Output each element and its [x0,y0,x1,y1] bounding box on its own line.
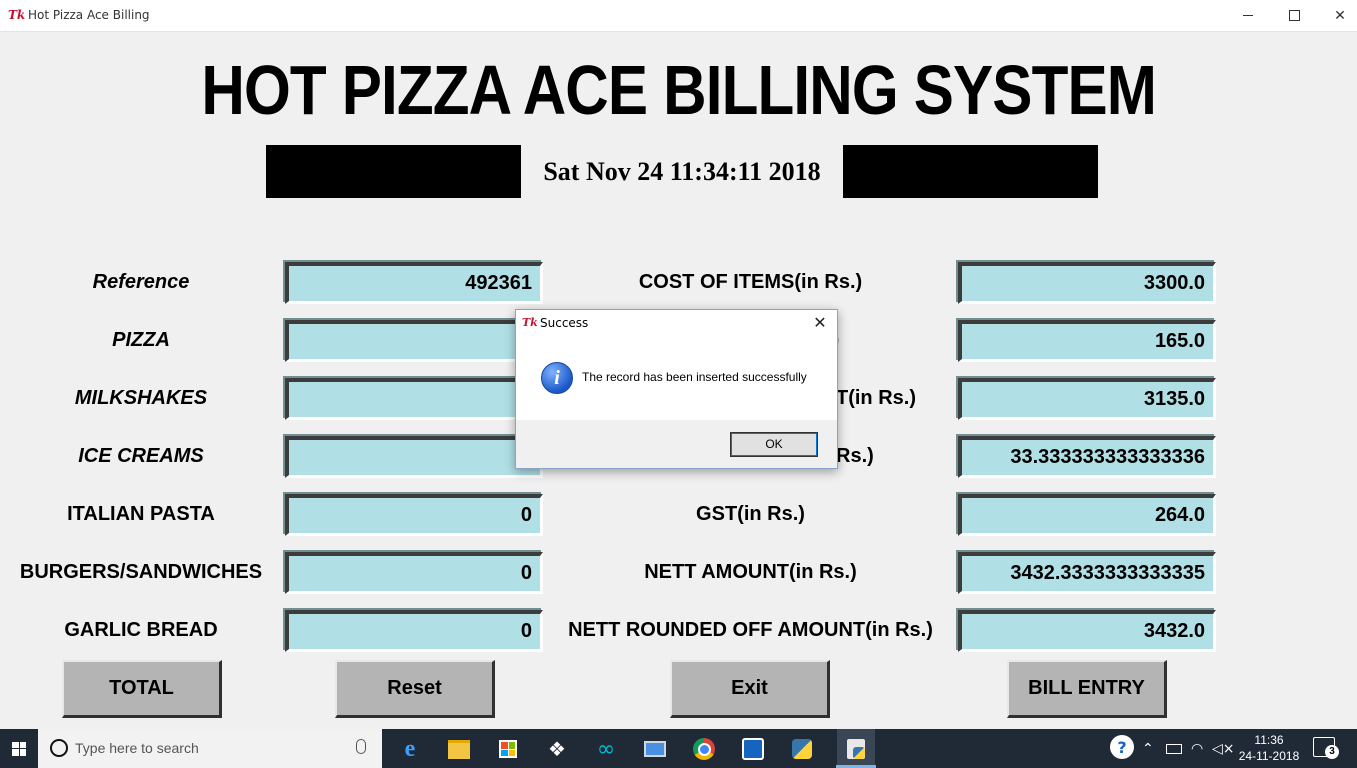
show-hidden-icons-button[interactable]: ⌃ [1142,729,1154,768]
start-button[interactable] [0,729,38,768]
garlic-bread-input[interactable]: 0 [285,610,543,652]
total-button[interactable]: TOTAL [62,660,222,718]
edge-icon[interactable]: e [396,735,424,763]
clock-date: 24-11-2018 [1238,749,1300,763]
tax-output[interactable]: 33.333333333333336 [958,436,1216,478]
label-ice-creams: ICE CREAMS [78,445,204,467]
nett-amount-value: 3432.3333333333335 [1010,562,1205,584]
store-icon[interactable] [494,735,522,763]
tk-app-icon: Tk [8,8,26,22]
help-icon[interactable]: ? [1110,735,1134,759]
minimize-button[interactable] [1225,0,1271,31]
chrome-icon[interactable] [690,735,718,763]
notification-count-badge: 3 [1325,745,1339,759]
datetime-label: Sat Nov 24 11:34:11 2018 [543,157,821,186]
service-charge-value: 165.0 [1154,330,1205,352]
label-cost-of-items: COST OF ITEMS(in Rs.) [638,271,863,293]
label-pizza: PIZZA [112,329,170,351]
gst-value: 264.0 [1154,504,1205,526]
reset-button[interactable]: Reset [335,660,495,718]
search-placeholder: Type here to search [75,740,199,756]
cost-of-items-output[interactable]: 3300.0 [958,262,1216,304]
ice-creams-input[interactable] [285,436,543,478]
label-partial-row3: T(in Rs.) [836,387,916,409]
laptop-icon[interactable] [641,735,669,763]
security-icon[interactable] [739,735,767,763]
minimize-icon [1243,15,1253,16]
dialog-title-bar: Tk Success ✕ [516,310,837,336]
milkshakes-input[interactable] [285,378,543,420]
windows-logo-icon [12,741,26,756]
arduino-icon[interactable]: ∞ [592,735,620,763]
volume-muted-icon[interactable]: ◁× [1212,729,1235,768]
gst-output[interactable]: 264.0 [958,494,1216,536]
burgers-sandwiches-input[interactable]: 0 [285,552,543,594]
label-garlic-bread: GARLIC BREAD [64,619,218,641]
python-icon[interactable] [788,735,816,763]
tax-value: 33.333333333333336 [1010,446,1205,468]
black-panel-left [266,145,521,198]
discount-value: 3135.0 [1143,388,1205,410]
dialog-footer: OK [516,420,837,468]
label-nett-rounded: NETT ROUNDED OFF AMOUNT(in Rs.) [568,619,933,641]
taskbar: Type here to search e ❖ ∞ ? ⌃ ◠ ◁× 11:36… [0,729,1357,768]
ok-button[interactable]: OK [730,432,818,457]
chevron-up-icon: ⌃ [1142,740,1154,757]
dialog-message: The record has been inserted successfull… [582,370,807,384]
italian-pasta-value: 0 [520,504,532,526]
microphone-icon[interactable] [356,739,366,754]
wifi-icon[interactable]: ◠ [1191,729,1203,768]
info-icon: i [541,362,573,394]
taskbar-clock[interactable]: 11:36 24-11-2018 [1236,732,1302,764]
battery-icon[interactable] [1166,729,1182,768]
bill-entry-button[interactable]: BILL ENTRY [1007,660,1167,718]
label-gst: GST(in Rs.) [696,503,805,525]
dialog-close-button[interactable]: ✕ [809,312,831,334]
label-partial-row4: Rs.) [836,445,874,467]
page-title: HOT PIZZA ACE BILLING SYSTEM [201,51,1157,129]
dialog-title: Success [540,316,589,330]
success-dialog: Tk Success ✕ i The record has been inser… [515,309,838,469]
exit-button[interactable]: Exit [670,660,830,718]
window-title: Hot Pizza Ace Billing [28,8,150,22]
window-title-bar: Tk Hot Pizza Ace Billing ✕ [0,0,1357,32]
tk-dialog-icon: Tk [522,316,538,329]
nett-rounded-value: 3432.0 [1143,620,1205,642]
reference-input[interactable]: 492361 [285,262,543,304]
nett-amount-output[interactable]: 3432.3333333333335 [958,552,1216,594]
dropbox-icon[interactable]: ❖ [543,735,571,763]
label-milkshakes: MILKSHAKES [74,387,208,409]
label-reference: Reference [92,271,190,293]
label-italian-pasta: ITALIAN PASTA [67,503,215,525]
discount-output[interactable]: 3135.0 [958,378,1216,420]
file-explorer-icon[interactable] [445,735,473,763]
python-idle-icon[interactable] [837,729,875,768]
label-burgers-sandwiches: BURGERS/SANDWICHES [19,561,263,583]
close-icon: ✕ [1334,7,1346,24]
maximize-button[interactable] [1271,0,1317,31]
garlic-bread-value: 0 [520,620,532,642]
close-window-button[interactable]: ✕ [1317,0,1357,31]
cortana-icon [50,739,68,757]
nett-rounded-output[interactable]: 3432.0 [958,610,1216,652]
clock-time: 11:36 [1254,733,1284,747]
cost-of-items-value: 3300.0 [1143,272,1205,294]
maximize-icon [1288,10,1300,21]
service-charge-output[interactable]: 165.0 [958,320,1216,362]
black-panel-right [843,145,1098,198]
reference-value: 492361 [465,272,532,294]
italian-pasta-input[interactable]: 0 [285,494,543,536]
pizza-input[interactable] [285,320,543,362]
taskbar-search[interactable]: Type here to search [38,729,382,768]
burgers-sandwiches-value: 0 [520,562,532,584]
date-banner: Sat Nov 24 11:34:11 2018 [0,145,1357,198]
label-nett-amount: NETT AMOUNT(in Rs.) [644,561,857,583]
